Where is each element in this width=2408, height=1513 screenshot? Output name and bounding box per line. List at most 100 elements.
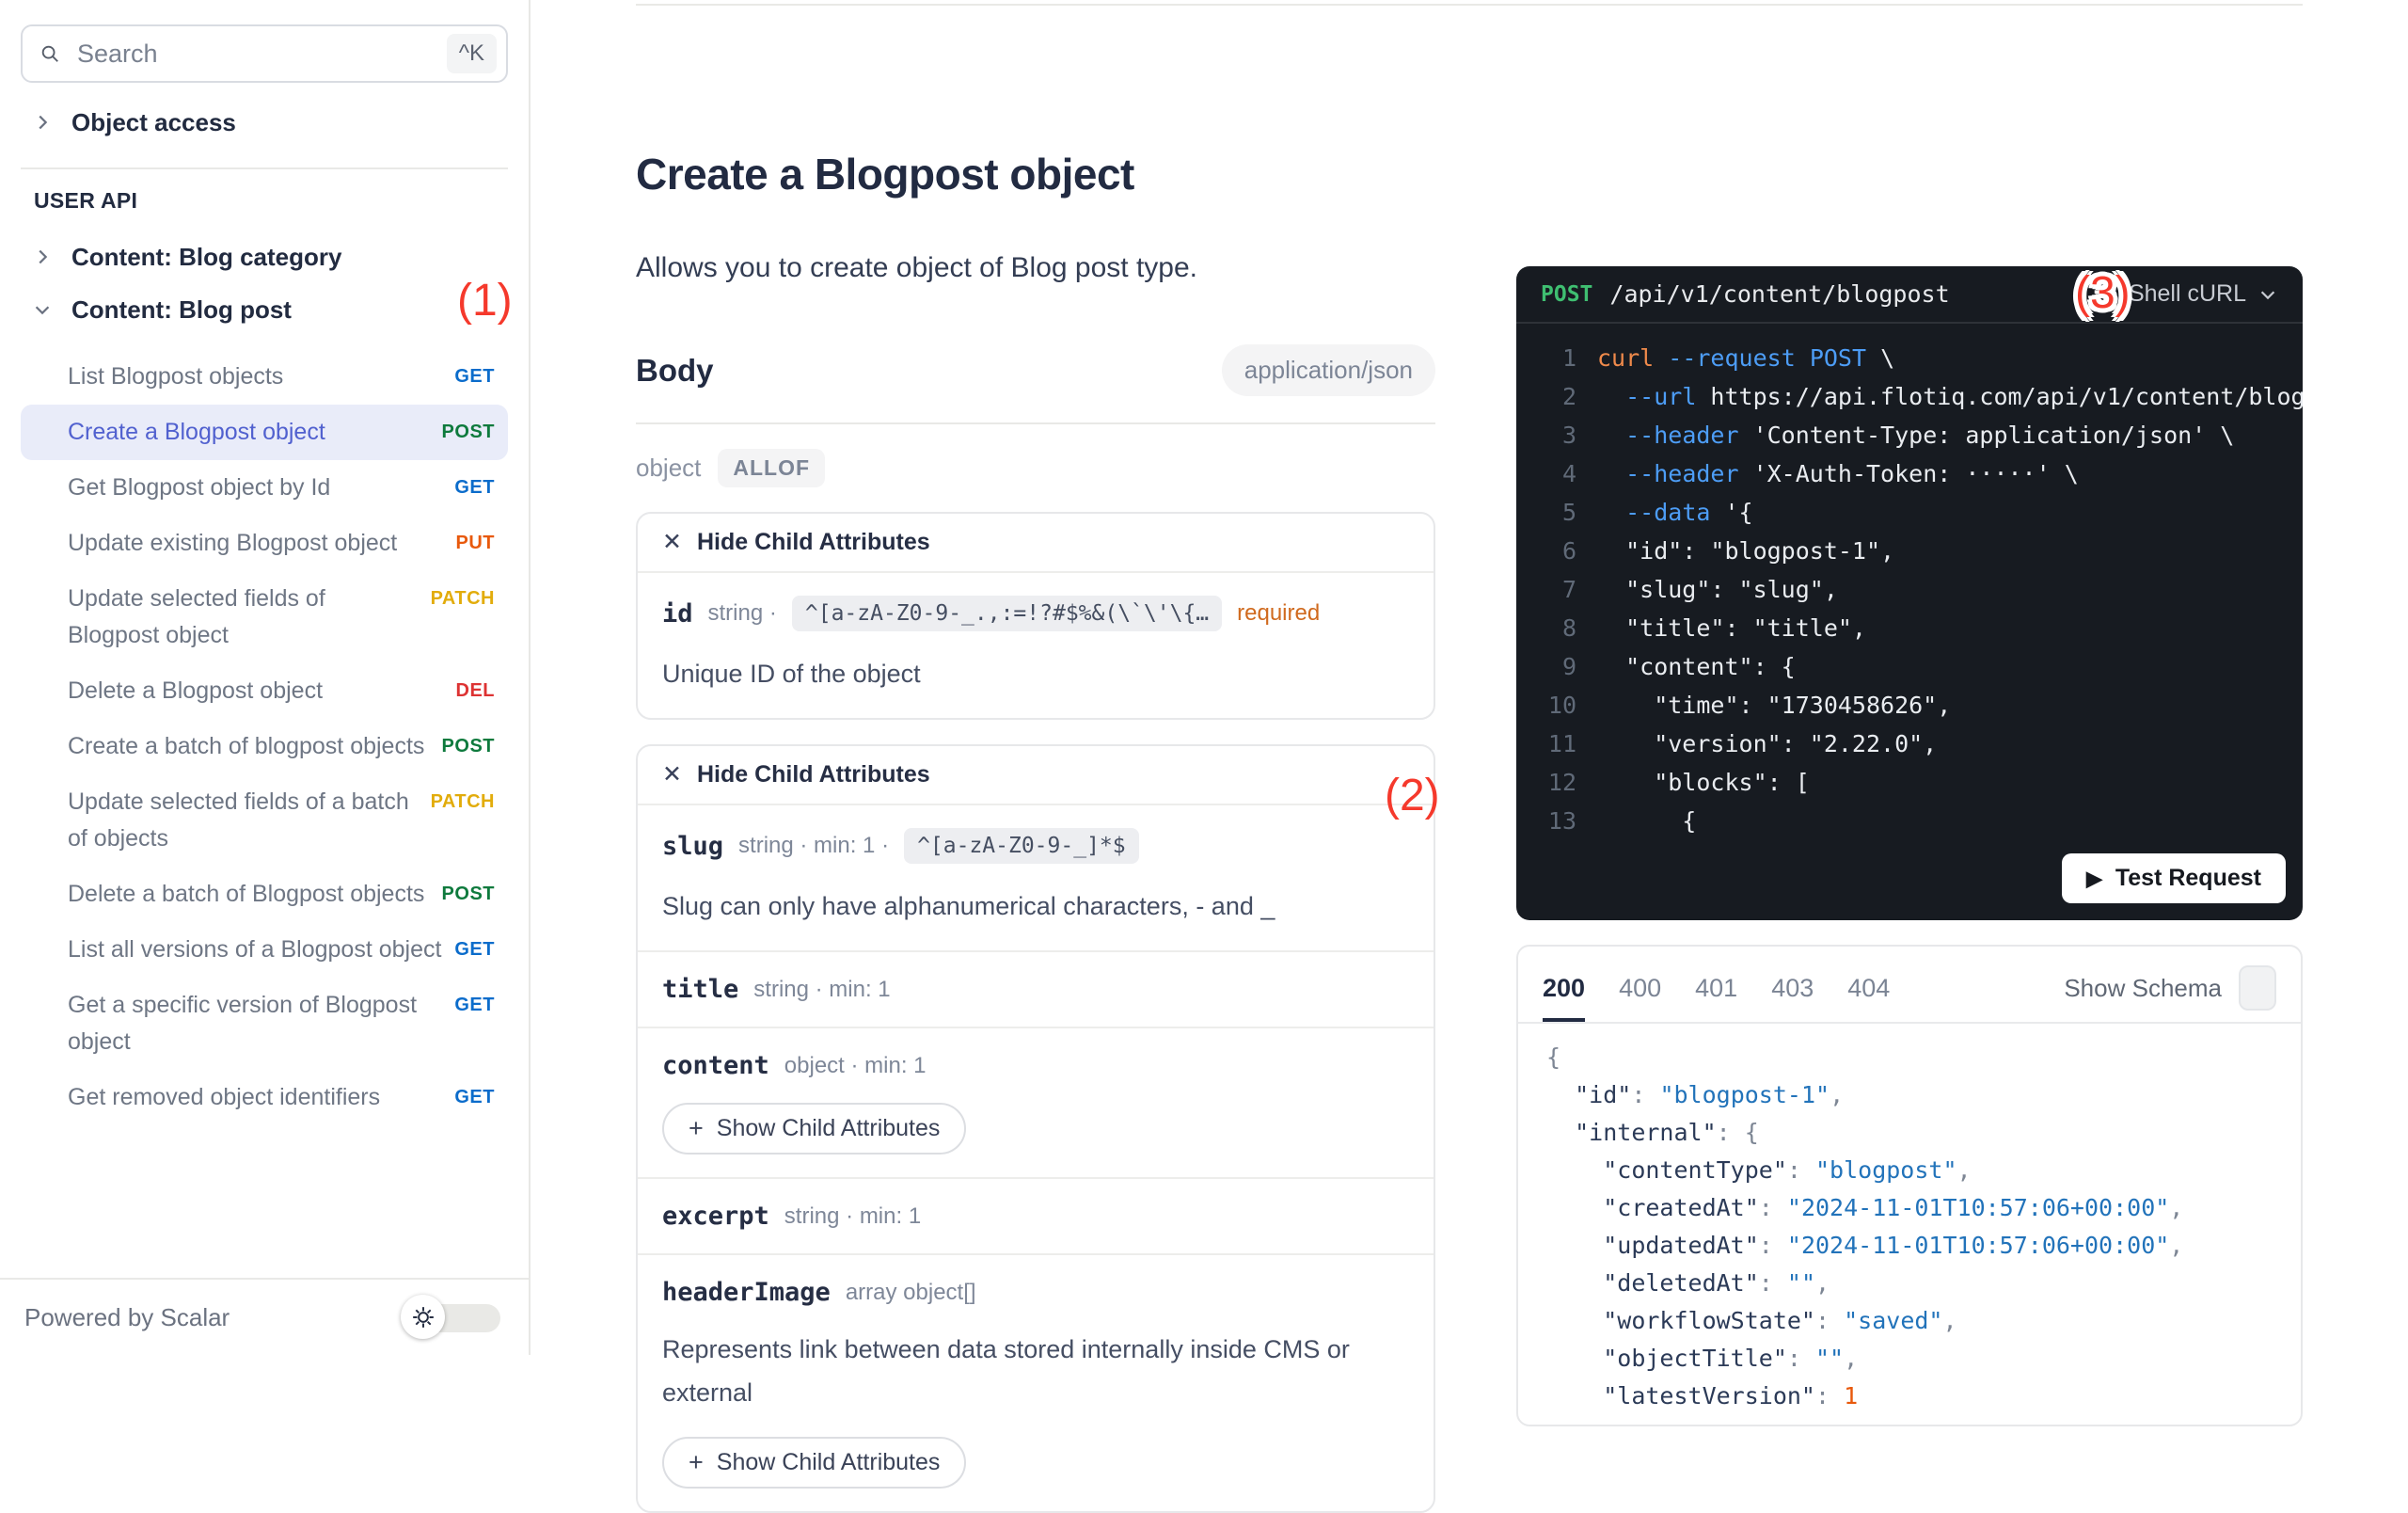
code-token: "slug": "slug",	[1597, 570, 1838, 609]
endpoint-label: Update selected fields of Blogpost objec…	[68, 581, 420, 654]
sidebar-endpoint[interactable]: Update selected fields of a batch of obj…	[21, 774, 508, 867]
sidebar-endpoint[interactable]: Delete a Blogpost objectDEL	[21, 663, 508, 719]
content-type-badge: application/json	[1222, 344, 1435, 396]
sidebar-group-label: Content: Blog category	[71, 239, 341, 275]
sidebar-endpoint[interactable]: Update selected fields of Blogpost objec…	[21, 571, 508, 663]
json-token	[1546, 1382, 1603, 1409]
sidebar-group-blog-category[interactable]: Content: Blog category	[21, 231, 508, 283]
response-line: {	[1546, 1039, 2273, 1076]
sidebar-endpoint[interactable]: Create a batch of blogpost objectsPOST	[21, 719, 508, 774]
field-meta: object · min: 1	[784, 1053, 927, 1079]
response-status-tab-401[interactable]: 401	[1695, 974, 1737, 1022]
method-badge: POST	[442, 728, 495, 765]
sidebar-item-object-access[interactable]: Object access	[21, 96, 508, 149]
sidebar-item-label: Object access	[71, 104, 236, 140]
response-example-card: 200400401403404 Show Schema { "id": "blo…	[1516, 945, 2303, 1426]
json-token: ,	[1830, 1081, 1844, 1108]
line-number: 10	[1516, 686, 1597, 725]
sidebar-endpoint[interactable]: Get removed object identifiersGET	[21, 1070, 508, 1125]
line-number: 12	[1516, 763, 1597, 802]
button-label: Test Request	[2115, 865, 2261, 892]
response-status-tab-403[interactable]: 403	[1771, 974, 1814, 1022]
show-child-attributes-button[interactable]: + Show Child Attributes	[662, 1437, 966, 1489]
endpoint-label: Delete a Blogpost object	[68, 673, 445, 709]
response-json-block: { "id": "blogpost-1", "internal": { "con…	[1518, 1024, 2301, 1425]
json-token: ""	[1815, 1345, 1844, 1372]
search-box[interactable]: ^K	[21, 24, 508, 83]
json-token: ,	[2169, 1194, 2183, 1221]
endpoint-label: Get removed object identifiers	[68, 1079, 443, 1116]
json-token: "saved"	[1844, 1307, 1942, 1334]
show-schema-toggle[interactable]	[2239, 965, 2276, 1011]
sidebar-endpoint[interactable]: Update existing Blogpost objectPUT	[21, 516, 508, 571]
line-number: 11	[1516, 725, 1597, 763]
method-badge: GET	[454, 987, 495, 1024]
json-token	[1546, 1194, 1603, 1221]
plus-icon: +	[689, 1116, 704, 1141]
code-token: --header	[1625, 454, 1738, 493]
json-token: ,	[2169, 1232, 2183, 1259]
code-line: 11 "version": "2.22.0",	[1516, 725, 2303, 763]
page-description: Allows you to create object of Blog post…	[636, 248, 1435, 288]
hide-child-attributes-toggle[interactable]: ✕ Hide Child Attributes	[638, 514, 1434, 573]
response-status-tab-400[interactable]: 400	[1619, 974, 1661, 1022]
field-name: excerpt	[662, 1202, 769, 1231]
json-token: ,	[1815, 1269, 1830, 1297]
method-badge: POST	[442, 414, 495, 451]
required-flag: required	[1237, 600, 1320, 627]
request-path: /api/v1/content/blogpost	[1609, 280, 1949, 308]
response-status-tab-200[interactable]: 200	[1543, 974, 1585, 1022]
field-row-title: title string · min: 1	[638, 952, 1434, 1028]
example-column: POST /api/v1/content/blogpost Shell cURL…	[1516, 266, 2303, 1426]
response-line: "latestVersion": 1	[1546, 1378, 2273, 1415]
sidebar-endpoint[interactable]: List all versions of a Blogpost objectGE…	[21, 922, 508, 978]
endpoint-label: Update existing Blogpost object	[68, 525, 445, 562]
sidebar-endpoint[interactable]: List Blogpost objectsGET	[21, 349, 508, 405]
json-token	[1546, 1307, 1603, 1334]
code-line: 10 "time": "1730458626",	[1516, 686, 2303, 725]
endpoint-list: List Blogpost objectsGETCreate a Blogpos…	[21, 349, 508, 1125]
field-description: Slug can only have alphanumerical charac…	[662, 884, 1409, 928]
language-dropdown[interactable]: Shell cURL	[2129, 280, 2278, 308]
sidebar-endpoint[interactable]: Get a specific version of Blogpost objec…	[21, 978, 508, 1070]
body-heading: Body	[636, 353, 714, 389]
hide-child-attributes-toggle[interactable]: ✕ Hide Child Attributes	[638, 746, 1434, 805]
endpoint-label: Delete a batch of Blogpost objects	[68, 876, 431, 913]
json-token: "contentType"	[1603, 1156, 1787, 1184]
language-label: Shell cURL	[2129, 280, 2246, 308]
response-status-tab-404[interactable]: 404	[1847, 974, 1890, 1022]
line-number: 2	[1516, 377, 1597, 416]
sidebar-endpoint[interactable]: Create a Blogpost objectPOST	[21, 405, 508, 460]
toggle-label: Hide Child Attributes	[697, 761, 930, 788]
endpoint-label: Get a specific version of Blogpost objec…	[68, 987, 443, 1060]
json-token: ""	[1787, 1269, 1815, 1297]
schema-type-label: object	[636, 454, 701, 483]
json-token: :	[1759, 1194, 1787, 1221]
code-token: --data	[1625, 493, 1710, 532]
sidebar-endpoint[interactable]: Delete a batch of Blogpost objectsPOST	[21, 867, 508, 922]
sidebar-group-blog-post[interactable]: Content: Blog post	[21, 283, 508, 336]
method-badge: GET	[454, 470, 495, 506]
field-row-headerImage: headerImage array object[] Represents li…	[638, 1255, 1434, 1511]
close-icon: ✕	[662, 763, 682, 787]
button-label: Show Child Attributes	[717, 1449, 941, 1476]
show-child-attributes-button[interactable]: + Show Child Attributes	[662, 1103, 966, 1155]
annotation-3: (3)	[2075, 271, 2131, 316]
field-pattern-chip: ^[a-zA-Z0-9-_]*$	[904, 828, 1139, 864]
json-token: "2024-11-01T10:57:06+00:00"	[1787, 1194, 2169, 1221]
theme-toggle[interactable]	[401, 1295, 504, 1340]
code-token: --url	[1625, 377, 1696, 416]
code-line: 12 "blocks": [	[1516, 763, 2303, 802]
allof-badge: ALLOF	[718, 449, 825, 487]
code-token: {	[1597, 802, 1696, 840]
code-token	[1597, 416, 1625, 454]
search-input[interactable]	[75, 39, 432, 70]
sidebar-endpoint[interactable]: Get Blogpost object by IdGET	[21, 460, 508, 516]
plus-icon: +	[689, 1450, 704, 1475]
chevron-down-icon	[2258, 284, 2278, 305]
line-number: 7	[1516, 570, 1597, 609]
schema-type-row: object ALLOF	[636, 449, 1435, 487]
json-token: "objectTitle"	[1603, 1345, 1787, 1372]
sidebar-section-label: USER API	[34, 188, 508, 214]
test-request-button[interactable]: ▶ Test Request	[2062, 853, 2286, 903]
